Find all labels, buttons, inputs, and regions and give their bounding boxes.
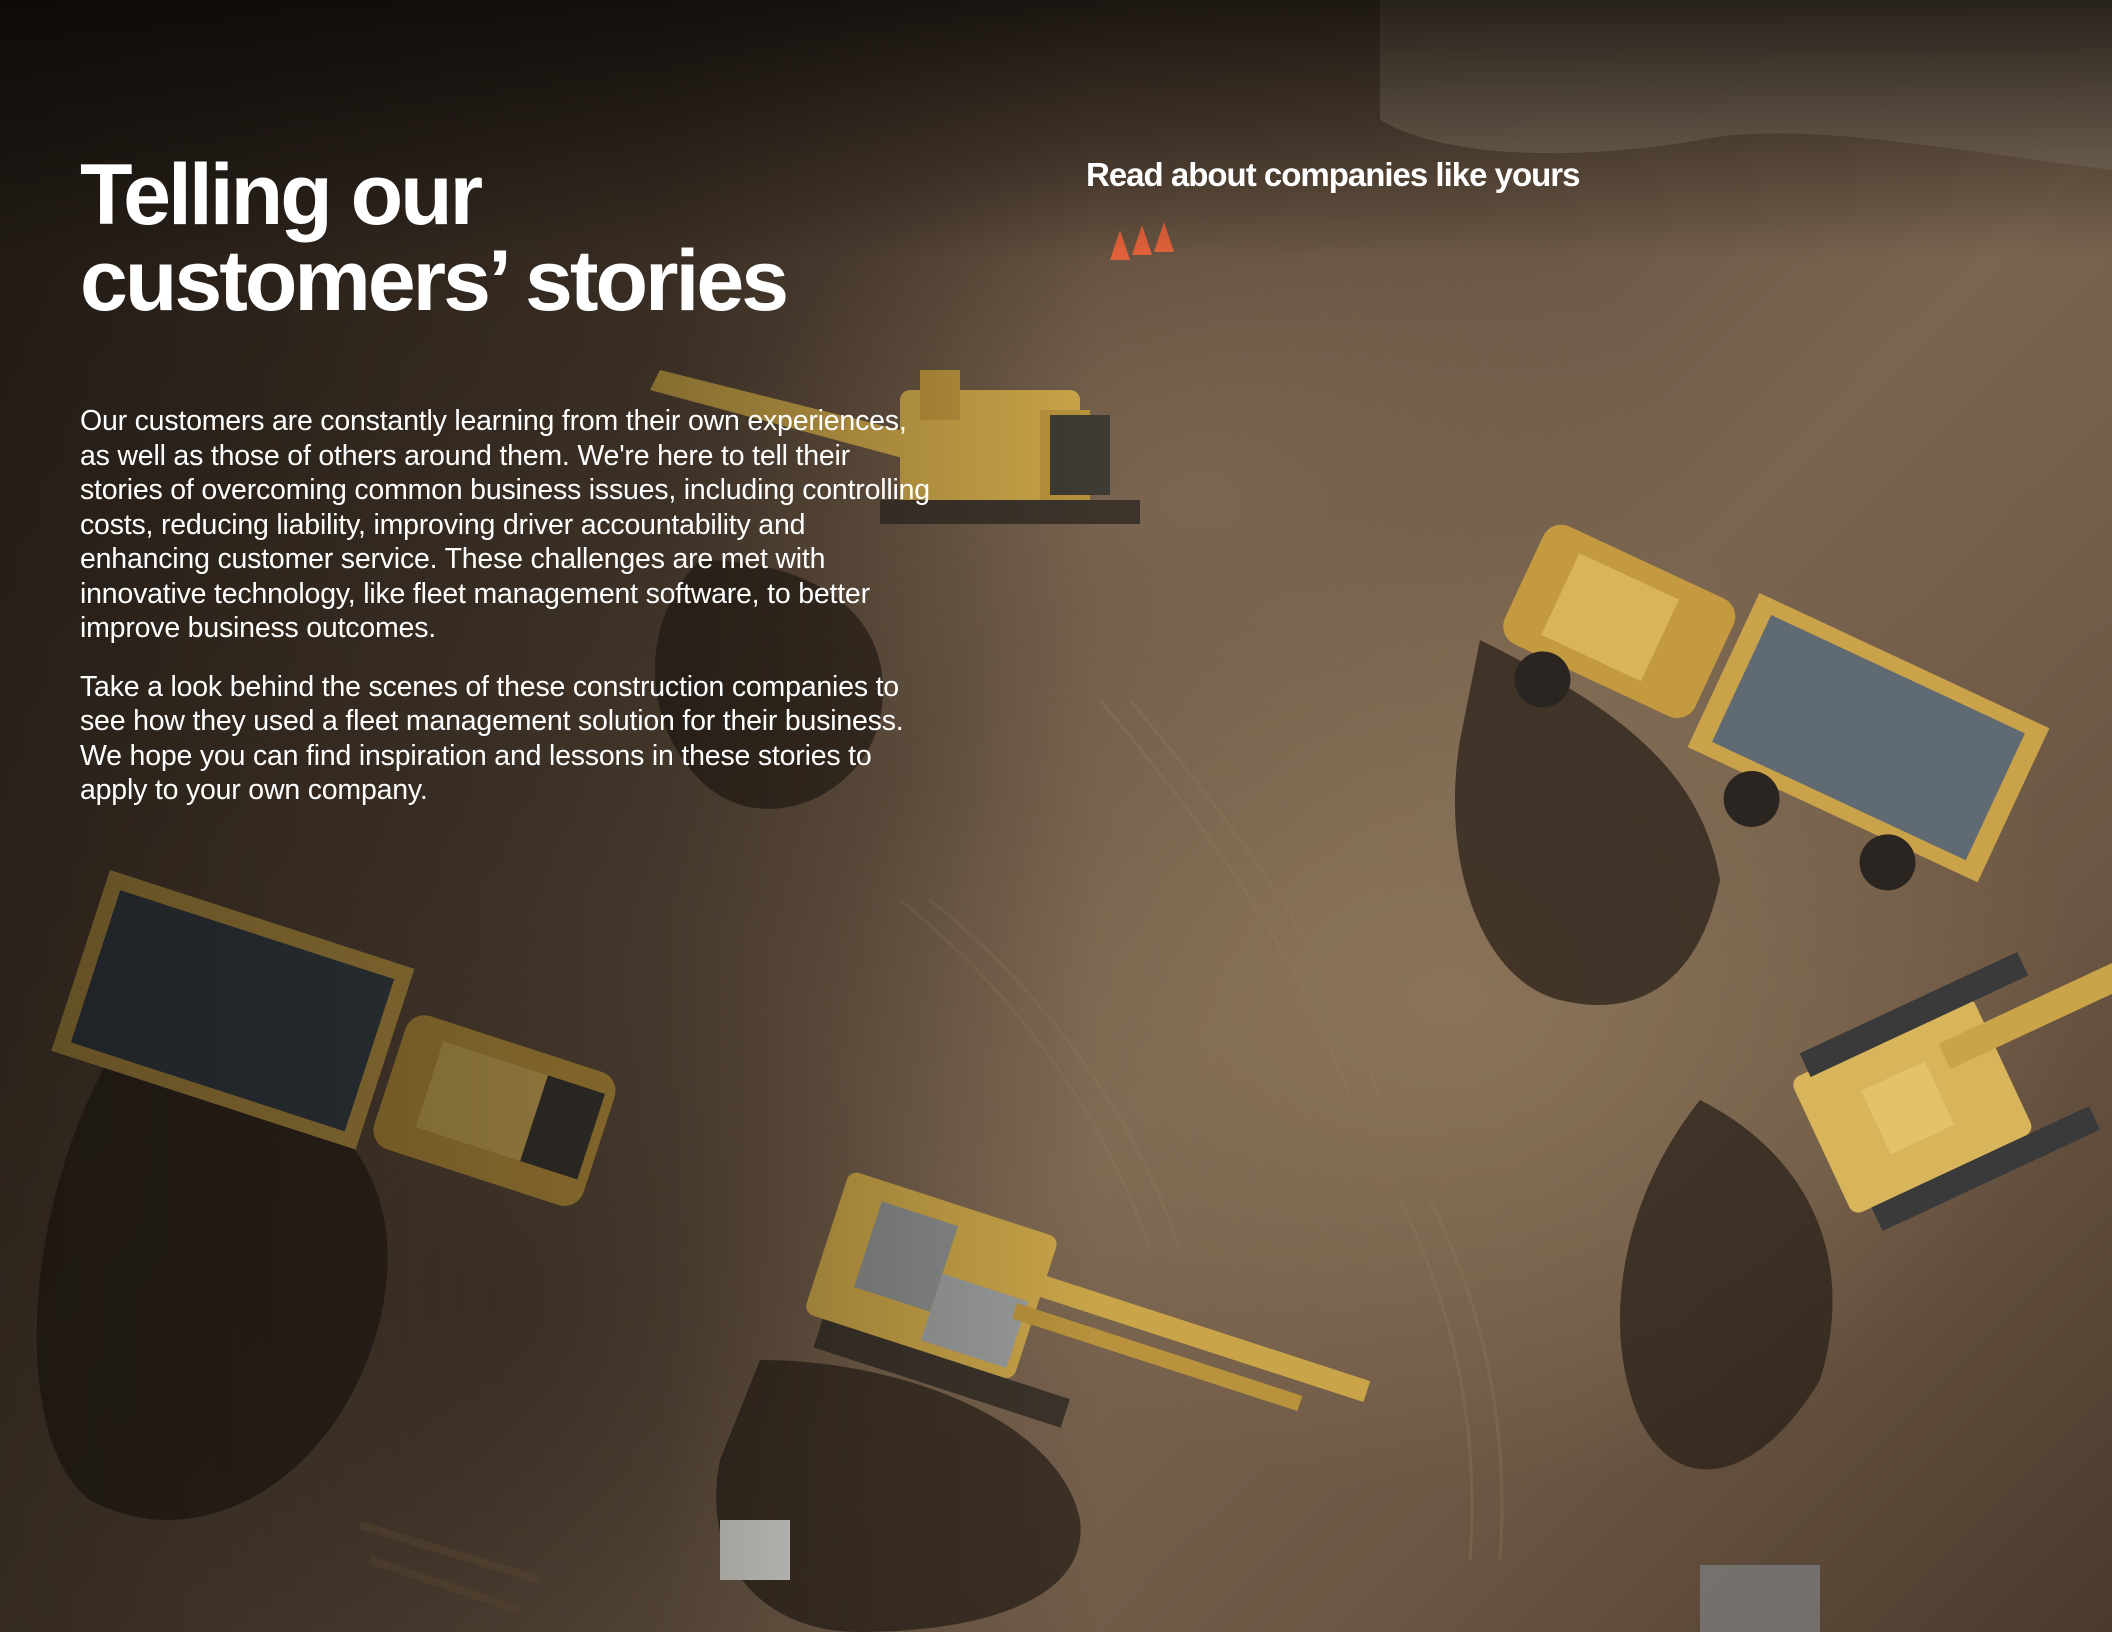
intro-text: Our customers are constantly learning fr… xyxy=(80,404,940,832)
page-title: Telling our customers’ stories xyxy=(80,152,900,324)
page: Telling our customers’ stories Read abou… xyxy=(0,0,2112,1632)
page-title-line-2: customers’ stories xyxy=(80,233,789,329)
intro-paragraph-1: Our customers are constantly learning fr… xyxy=(80,405,930,644)
scrap-pile xyxy=(1700,1565,1820,1632)
excavator-right xyxy=(1793,933,2112,1232)
read-about-companies-link[interactable]: Read about companies like yours xyxy=(1086,156,1580,194)
machine-shadow xyxy=(1620,1100,1833,1470)
intro-paragraph-2: Take a look behind the scenes of these c… xyxy=(80,670,904,807)
page-title-line-1: Telling our xyxy=(80,147,483,243)
